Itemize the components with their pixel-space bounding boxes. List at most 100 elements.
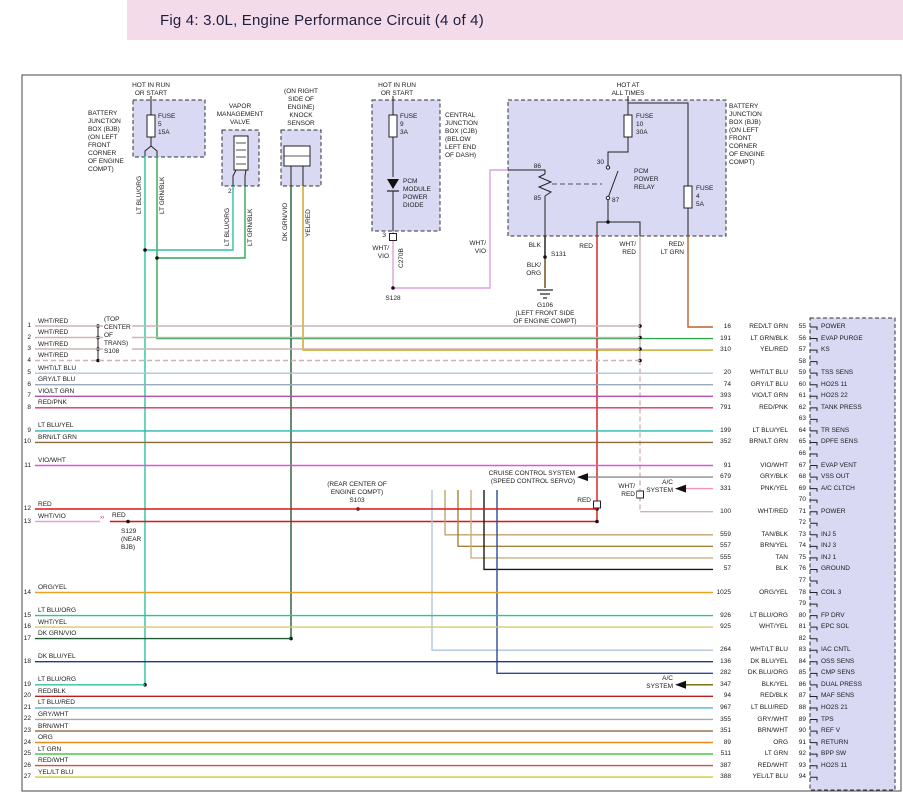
bjb-right-desc: BATTERY JUNCTION BOX (BJB) (ON LEFT FRON… [729,103,765,167]
wht-vio-label-2: WHT/ VIO [469,240,486,256]
conn-pin-3: 3 [382,232,386,240]
wire-row-number: 10 [24,438,31,446]
pin-color: GRY/LT BLU [751,381,788,389]
pcm-diode-label: PCM MODULE POWER DIODE [403,178,431,210]
pin-color: YEL/LT BLU [752,773,788,781]
pin-number: 94 [799,773,806,781]
wire-row-label: VIO/WHT [38,457,66,465]
pin-color: VIO/WHT [760,462,788,470]
wire-row-number: 13 [24,518,31,526]
pin-color: GRY/BLK [760,473,788,481]
wire-row-number: 27 [24,773,31,781]
wire-row-label: LT GRN [38,746,61,754]
pin-function: IAC CNTL [821,646,851,654]
pin-circuit: 89 [724,739,731,747]
pin-color: WHT/RED [758,508,788,516]
relay-pin-86: 86 [534,163,541,171]
pin-circuit: 74 [724,381,731,389]
pin-function: EPC SOL [821,623,849,631]
pin-circuit: 791 [720,404,731,412]
pin-function: DUAL PRESS [821,681,862,689]
wire-row-label: WHT/LT BLU [38,365,76,373]
wire-row-label: VIO/LT GRN [38,388,74,396]
pin-function: MAF SENS [821,692,854,700]
pin-number: 91 [799,739,806,747]
pin-color: BRN/LT GRN [749,438,788,446]
pin-circuit: 387 [720,762,731,770]
pin-color: LT BLU/ORG [750,612,788,620]
pin-number: 63 [799,415,806,423]
wire-row-label: ORG/YEL [38,584,67,592]
pin-circuit: 555 [720,554,731,562]
fuse4-label: FUSE 4 5A [696,185,713,209]
pin-function: BPP SW [821,750,846,758]
wire-row-number: 26 [24,762,31,770]
pin-circuit: 136 [720,658,731,666]
pin-color: WHT/LT BLU [750,646,788,654]
pin-circuit: 925 [720,623,731,631]
fuse10-label: FUSE 10 30A [636,113,653,137]
pin-number: 68 [799,473,806,481]
wire-row-label: LT BLU/ORG [38,607,76,615]
wire-row-label: LT BLU/RED [38,699,75,707]
blk-org-label: BLK/ ORG [526,262,541,278]
pin-circuit: 355 [720,716,731,724]
pin-number: 85 [799,669,806,677]
pin-circuit: 91 [724,462,731,470]
wire-row-number: 23 [24,727,31,735]
pin-number: 93 [799,762,806,770]
wire-row-number: 16 [24,623,31,631]
pin-color: BLK/YEL [762,681,788,689]
wire-row-number: 12 [24,505,31,513]
knock-sensor-label: (ON RIGHT SIDE OF ENGINE) KNOCK SENSOR [284,88,318,128]
pin-number: 70 [799,496,806,504]
wire-row-number: 22 [24,715,31,723]
hot-in-run-1: HOT IN RUN OR START [132,82,170,98]
cruise-control-label: CRUISE CONTROL SYSTEM (SPEED CONTROL SER… [488,470,576,486]
wire-row-number: 2 [27,334,31,342]
pin-number: 78 [799,589,806,597]
pin-number: 65 [799,438,806,446]
vmv-label: VAPOR MANAGEMENT VALVE [217,103,264,127]
pin-circuit: 16 [724,323,731,331]
splice-chevrons: ›› [100,514,104,522]
pin-number: 81 [799,623,806,631]
pin-number: 61 [799,392,806,400]
pin-number: 55 [799,323,806,331]
pin-circuit: 20 [724,369,731,377]
pin-number: 88 [799,704,806,712]
pin-circuit: 57 [724,565,731,573]
pin-color: LT GRN/BLK [751,335,788,343]
vlabel-knock-dkgrnvio: DK GRN/VIO [282,203,290,241]
wire-row-label: RED/PNK [38,399,67,407]
relay-pin-30: 30 [597,159,604,167]
wire-row-number: 15 [24,612,31,620]
pin-color: TAN/BLK [761,531,788,539]
pin-function: TSS SENS [821,369,853,377]
pin-number: 56 [799,335,806,343]
pin-number: 89 [799,716,806,724]
pin-color: RED/BLK [760,692,788,700]
fuse5-label: FUSE 5 15A [158,113,175,137]
pin-number: 73 [799,531,806,539]
pin-function: DPFE SENS [821,438,858,446]
pin-number: 67 [799,462,806,470]
wire-row-number: 20 [24,692,31,700]
wht-red-label-top: WHT/ RED [619,241,636,257]
pin-function: TR SENS [821,427,849,435]
pin-color: ORG/YEL [759,589,788,597]
pin-number: 92 [799,750,806,758]
wire-row-label: RED [38,501,52,509]
vmv-pin-2: 2 [228,188,232,196]
wire-row-number: 25 [24,750,31,758]
pin-number: 82 [799,635,806,643]
pin-color: WHT/LT BLU [750,369,788,377]
pin-circuit: 511 [721,750,731,758]
pin-number: 59 [799,369,806,377]
pin-function: EVAP VENT [821,462,857,470]
g106-label: G106 (LEFT FRONT SIDE OF ENGINE COMPT) [513,302,576,326]
red-lt-grn-label: RED/ LT GRN [661,241,684,257]
wire-row-number: 19 [24,681,31,689]
wire-row-label: RED/BLK [38,688,66,696]
pin-circuit: 559 [720,531,731,539]
